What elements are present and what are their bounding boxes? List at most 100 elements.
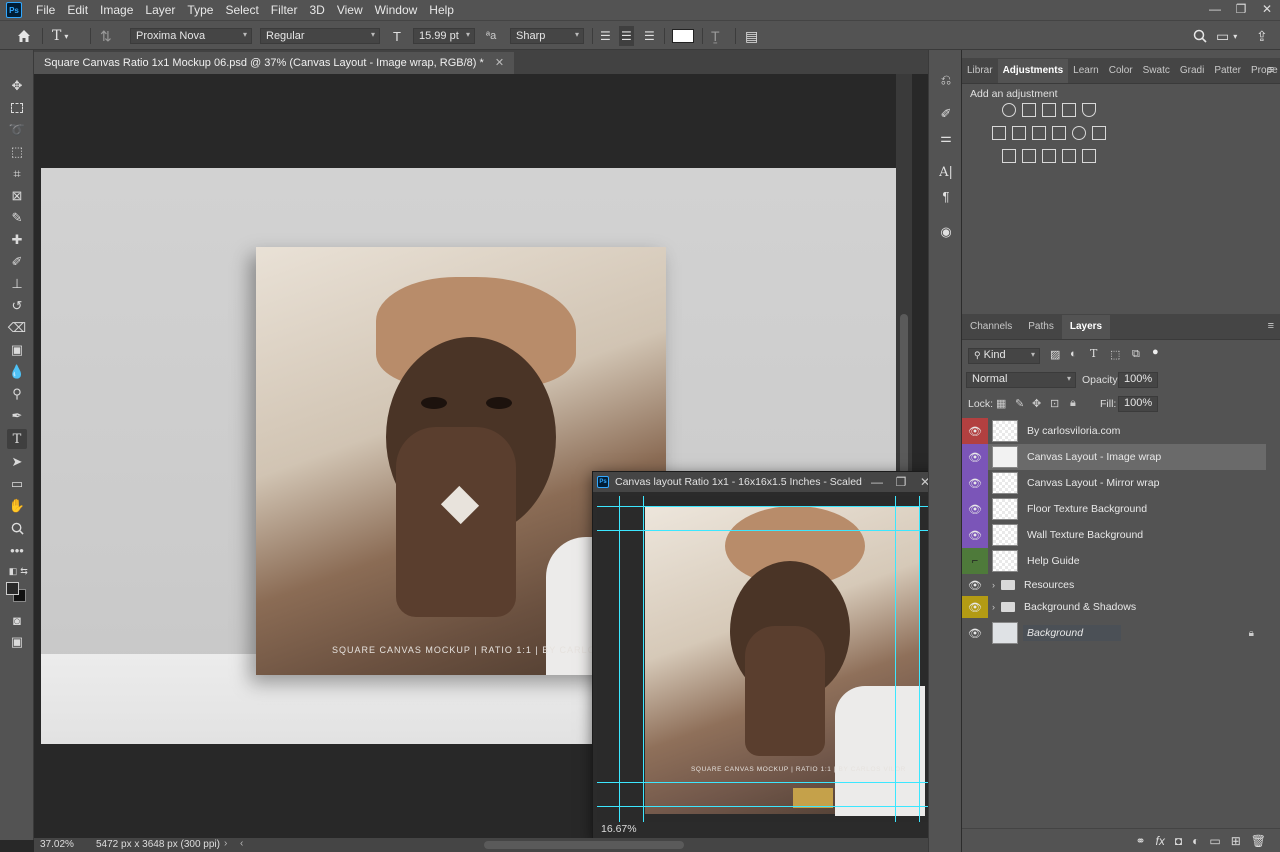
filter-toggle-icon[interactable]: ● — [1152, 346, 1159, 358]
layer-name[interactable]: Resources — [1024, 579, 1074, 591]
eye-icon[interactable]: 👁︎ — [968, 451, 982, 464]
color-balance-icon[interactable] — [1012, 126, 1026, 140]
foreground-color-swatch[interactable] — [6, 582, 19, 595]
eyedropper-tool-icon[interactable]: ✎ — [7, 208, 27, 228]
paragraph-panel-icon[interactable]: ¶ — [936, 186, 956, 206]
visibility-toggle[interactable]: 👁︎ — [962, 522, 988, 548]
chevron-right-icon[interactable]: › — [224, 838, 227, 849]
floating-document-window[interactable]: Ps Canvas layout Ratio 1x1 - 16x16x1.5 I… — [592, 471, 958, 839]
black-white-icon[interactable] — [1032, 126, 1046, 140]
eye-icon[interactable]: 👁︎ — [968, 477, 982, 490]
text-orientation-icon[interactable]: ⇅ — [100, 26, 112, 46]
eye-hidden-icon[interactable]: ⌐ — [972, 555, 978, 567]
eye-icon[interactable]: 👁︎ — [968, 601, 982, 614]
type-tool-preset-icon[interactable]: T ▾ — [52, 26, 68, 46]
layer-group-row[interactable]: 👁︎ › Background & Shadows — [962, 596, 1266, 618]
layer-row[interactable]: 👁︎ Wall Texture Background — [962, 522, 1266, 548]
guide-line[interactable] — [597, 782, 941, 783]
rectangle-tool-icon[interactable]: ▭ — [7, 474, 27, 494]
brightness-contrast-icon[interactable] — [1002, 103, 1016, 117]
eye-icon[interactable]: 👁︎ — [968, 579, 982, 592]
filter-type-icon[interactable]: T — [1090, 347, 1097, 360]
restore-button[interactable]: ❐ — [889, 475, 913, 489]
font-family-select[interactable]: Proxima Nova ▾ — [130, 28, 252, 44]
text-color-swatch[interactable] — [672, 29, 694, 43]
zoom-level[interactable]: 37.02% — [40, 839, 74, 850]
delete-layer-icon[interactable]: 🗑︎ — [1251, 834, 1266, 848]
type-tool-icon[interactable]: T — [7, 429, 27, 449]
layer-name[interactable]: Background — [1023, 625, 1122, 641]
tab-layers[interactable]: Layers — [1061, 315, 1111, 339]
panel-menu-icon[interactable]: ≡ — [1268, 320, 1274, 332]
horizontal-scrollbar[interactable] — [484, 841, 684, 849]
lock-image-icon[interactable]: ✎ — [1015, 397, 1024, 410]
new-adjustment-layer-icon[interactable]: ◐ — [1192, 834, 1199, 848]
eraser-tool-icon[interactable]: ⌫ — [7, 318, 27, 338]
document-tab[interactable]: Square Canvas Ratio 1x1 Mockup 06.psd @ … — [34, 52, 515, 74]
brush-tool-icon[interactable]: ✐ — [7, 252, 27, 272]
eye-icon[interactable]: 👁︎ — [968, 425, 982, 438]
lock-all-icon[interactable]: 🔒︎ — [1070, 397, 1076, 410]
font-style-select[interactable]: Regular ▾ — [260, 28, 380, 44]
minimize-button[interactable]: — — [1202, 0, 1228, 20]
lasso-tool-icon[interactable]: ➰ — [7, 120, 27, 140]
lock-artboard-icon[interactable]: ⊡ — [1050, 397, 1059, 410]
warp-text-icon[interactable]: Ṯ — [711, 26, 720, 46]
pen-tool-icon[interactable]: ✒ — [7, 406, 27, 426]
menu-file[interactable]: File — [30, 0, 61, 20]
tab-patterns[interactable]: Patter — [1209, 59, 1246, 83]
path-selection-tool-icon[interactable]: ➤ — [7, 452, 27, 472]
more-tools-icon[interactable]: ••• — [7, 540, 27, 560]
eye-icon[interactable]: 👁︎ — [968, 627, 982, 640]
visibility-toggle[interactable]: 👁︎ — [962, 620, 988, 646]
visibility-toggle[interactable]: 👁︎ — [962, 496, 988, 522]
tab-libraries[interactable]: Librar — [962, 59, 998, 83]
zoom-tool-icon[interactable] — [7, 518, 27, 538]
marquee-tool-icon[interactable] — [7, 98, 27, 118]
restore-button[interactable]: ❐ — [1228, 0, 1254, 20]
share-icon[interactable]: ⇪ — [1256, 26, 1268, 46]
guide-line[interactable] — [597, 506, 941, 507]
menu-help[interactable]: Help — [423, 0, 460, 20]
menu-view[interactable]: View — [331, 0, 369, 20]
close-icon[interactable]: ✕ — [495, 57, 504, 69]
font-size-field[interactable]: 15.99 pt ▾ — [413, 28, 475, 44]
floating-window-canvas[interactable]: SQUARE CANVAS MOCKUP | RATIO 1:1 | BY CA… — [597, 496, 941, 822]
menu-filter[interactable]: Filter — [265, 0, 304, 20]
layer-name[interactable]: Wall Texture Background — [1027, 529, 1143, 541]
quick-mask-icon[interactable]: ◙ — [7, 610, 27, 630]
layer-name[interactable]: Background & Shadows — [1024, 601, 1136, 613]
threshold-icon[interactable] — [1042, 149, 1056, 163]
tab-color[interactable]: Color — [1104, 59, 1138, 83]
home-icon[interactable] — [16, 26, 32, 46]
eye-icon[interactable]: 👁︎ — [968, 529, 982, 542]
crop-tool-icon[interactable]: ⌗ — [7, 164, 27, 184]
lock-position-icon[interactable]: ✥ — [1032, 397, 1041, 410]
new-group-icon[interactable]: ▭ — [1209, 834, 1220, 848]
align-center-icon[interactable]: ☰ — [619, 26, 634, 46]
layer-row[interactable]: 👁︎ Background 🔒︎ — [962, 620, 1266, 646]
visibility-toggle[interactable]: 👁︎ — [962, 470, 988, 496]
layer-name[interactable]: Floor Texture Background — [1027, 503, 1147, 515]
swap-colors-icon[interactable]: ⇆ — [14, 561, 34, 581]
lock-transparent-icon[interactable]: ▦ — [996, 397, 1006, 410]
brush-settings-icon[interactable]: ✐ — [936, 104, 956, 124]
invert-icon[interactable] — [1002, 149, 1016, 163]
channel-mixer-icon[interactable] — [1072, 126, 1086, 140]
scrollbar-thumb[interactable] — [900, 314, 908, 474]
layer-name[interactable]: Canvas Layout - Image wrap — [1027, 451, 1161, 463]
layer-style-icon[interactable]: fx — [1156, 834, 1165, 848]
gradient-map-icon[interactable] — [1082, 149, 1096, 163]
layer-filter-select[interactable]: ⚲ Kind ▾ — [968, 348, 1040, 364]
eye-icon[interactable]: 👁︎ — [968, 503, 982, 516]
fill-field[interactable]: 100% — [1118, 396, 1158, 412]
layer-group-row[interactable]: 👁︎ › Resources — [962, 574, 1266, 596]
search-icon[interactable] — [1193, 26, 1207, 46]
guide-line[interactable] — [597, 530, 941, 531]
align-left-icon[interactable]: ☰ — [600, 26, 611, 46]
photo-filter-icon[interactable] — [1052, 126, 1066, 140]
frame-tool-icon[interactable]: ⊠ — [7, 186, 27, 206]
properties-panel-icon[interactable]: ⚌ — [936, 128, 956, 148]
chevron-left-icon[interactable]: ‹ — [240, 838, 243, 849]
layer-name[interactable]: Help Guide — [1027, 555, 1080, 567]
